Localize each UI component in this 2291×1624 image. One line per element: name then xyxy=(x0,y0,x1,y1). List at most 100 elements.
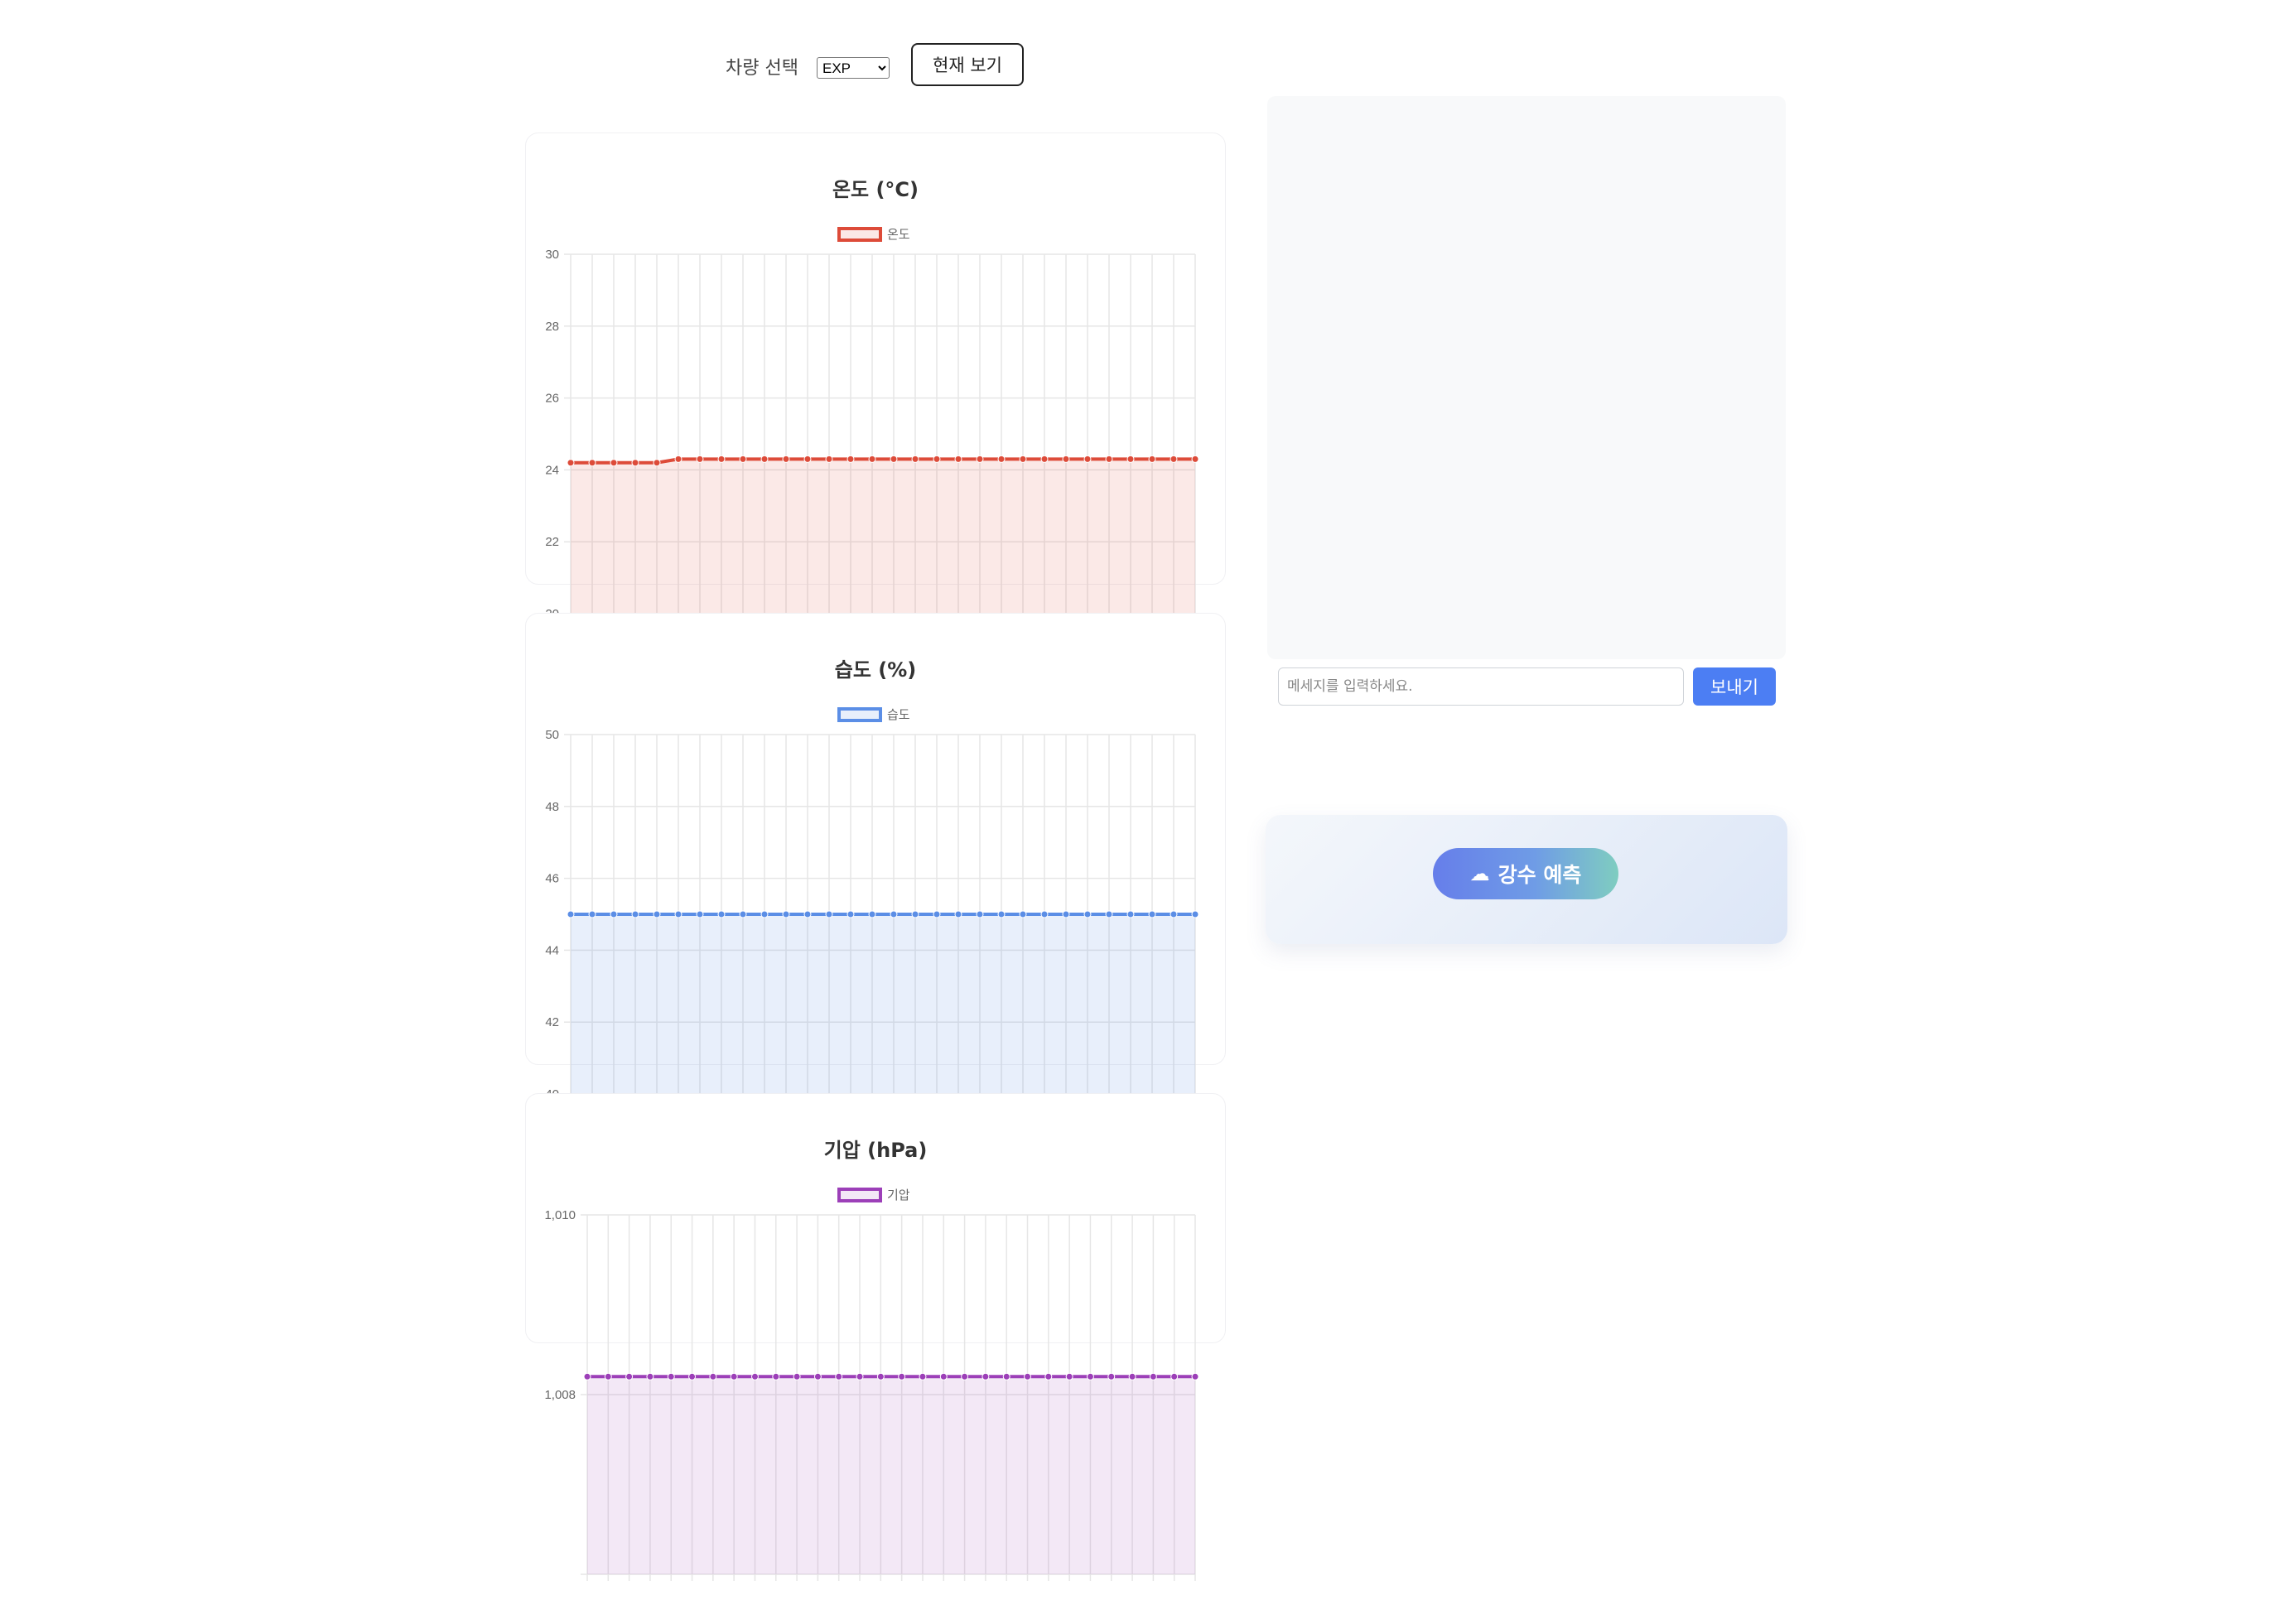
humidity-data-point xyxy=(868,910,876,918)
humidity-legend-swatch xyxy=(837,707,882,722)
temperature-data-point xyxy=(567,459,575,467)
humidity-data-point xyxy=(653,910,661,918)
temperature-data-point xyxy=(610,459,618,467)
rain-prediction-label: 강수 예측 xyxy=(1498,863,1582,887)
pressure-data-point xyxy=(939,1372,948,1381)
temperature-series-area xyxy=(571,459,1195,614)
humidity-y-tick-label: 46 xyxy=(545,872,559,886)
pressure-legend-swatch xyxy=(837,1188,882,1202)
temperature-legend: 온도 xyxy=(837,227,910,242)
humidity-series-area xyxy=(571,914,1195,1094)
temperature-data-point xyxy=(739,455,747,463)
pressure-data-point xyxy=(1024,1372,1032,1381)
temperature-data-point xyxy=(1126,455,1135,463)
pressure-data-point xyxy=(1149,1372,1157,1381)
humidity-y-tick-label: 50 xyxy=(545,728,559,742)
humidity-data-point xyxy=(1062,910,1070,918)
humidity-data-point xyxy=(631,910,639,918)
humidity-chart-title: 습도 (%) xyxy=(835,658,917,682)
temperature-data-point xyxy=(674,455,682,463)
humidity-data-point xyxy=(803,910,812,918)
temperature-legend-swatch xyxy=(837,227,882,242)
pressure-data-point xyxy=(813,1372,822,1381)
pressure-data-point xyxy=(730,1372,738,1381)
temperature-data-point xyxy=(997,455,1006,463)
pressure-data-point xyxy=(793,1372,801,1381)
humidity-data-point xyxy=(890,910,898,918)
humidity-y-tick-label: 42 xyxy=(545,1015,559,1029)
pressure-data-point xyxy=(625,1372,634,1381)
humidity-data-point xyxy=(739,910,747,918)
temperature-legend-label: 온도 xyxy=(887,227,910,242)
pressure-data-point xyxy=(1128,1372,1136,1381)
pressure-data-point xyxy=(1191,1372,1199,1381)
humidity-data-point xyxy=(976,910,984,918)
humidity-data-point xyxy=(997,910,1006,918)
humidity-data-point xyxy=(1148,910,1156,918)
temperature-y-tick-label: 22 xyxy=(545,535,559,549)
pressure-y-tick-label: 1,008 xyxy=(544,1388,576,1402)
humidity-y-tick-label: 44 xyxy=(545,943,559,957)
humidity-data-point xyxy=(567,910,575,918)
temperature-data-point xyxy=(782,455,790,463)
temperature-data-point xyxy=(911,455,919,463)
temperature-chart-svg: 온도 (°C)온도302826242220 xyxy=(545,178,1199,621)
rain-cloud-icon: ☁ xyxy=(1469,862,1490,885)
pressure-data-point xyxy=(898,1372,906,1381)
humidity-data-point xyxy=(1191,910,1199,918)
send-button[interactable]: 보내기 xyxy=(1693,667,1776,706)
humidity-data-point xyxy=(825,910,833,918)
temperature-data-point xyxy=(1170,455,1178,463)
pressure-data-point xyxy=(856,1372,864,1381)
humidity-data-point xyxy=(588,910,596,918)
vehicle-select[interactable]: EXP xyxy=(817,57,890,79)
humidity-data-point xyxy=(674,910,682,918)
pressure-data-point xyxy=(709,1372,717,1381)
humidity-data-point xyxy=(1083,910,1092,918)
pressure-legend-label: 기압 xyxy=(887,1188,910,1202)
prediction-card: ☁ 강수 예측 xyxy=(1266,815,1787,944)
temperature-data-point xyxy=(653,459,661,467)
pressure-data-point xyxy=(667,1372,675,1381)
pressure-y-tick-label: 1,010 xyxy=(544,1208,576,1222)
temperature-data-point xyxy=(696,455,704,463)
pressure-data-point xyxy=(604,1372,612,1381)
temperature-data-point xyxy=(933,455,941,463)
temperature-y-tick-label: 28 xyxy=(545,320,559,334)
temperature-data-point xyxy=(976,455,984,463)
pressure-chart-card: 기압 (hPa) 기압 1,010 1,008 xyxy=(525,1093,1226,1581)
humidity-data-point xyxy=(1040,910,1049,918)
humidity-chart-card: 습도 (%)습도504846444240 xyxy=(525,613,1226,1101)
temperature-data-point xyxy=(1148,455,1156,463)
temperature-data-point xyxy=(1040,455,1049,463)
temperature-y-tick-label: 30 xyxy=(545,248,559,262)
temperature-data-point xyxy=(846,455,855,463)
humidity-data-point xyxy=(911,910,919,918)
pressure-data-point xyxy=(1107,1372,1116,1381)
pressure-data-point xyxy=(772,1372,780,1381)
temperature-data-point xyxy=(1191,455,1199,463)
pressure-data-point xyxy=(1170,1372,1179,1381)
pressure-data-point xyxy=(646,1372,654,1381)
temperature-data-point xyxy=(760,455,769,463)
temperature-data-point xyxy=(588,459,596,467)
pressure-chart-svg: 기압 (hPa) 기압 1,010 1,008 xyxy=(544,1139,1199,1581)
temperature-data-point xyxy=(825,455,833,463)
humidity-data-point xyxy=(954,910,962,918)
pressure-chart-title: 기압 (hPa) xyxy=(824,1139,928,1162)
pressure-data-point xyxy=(1065,1372,1073,1381)
temperature-data-point xyxy=(1019,455,1027,463)
humidity-data-point xyxy=(717,910,726,918)
chat-message-input[interactable] xyxy=(1278,667,1684,706)
temperature-data-point xyxy=(631,459,639,467)
current-view-button[interactable]: 현재 보기 xyxy=(911,43,1024,86)
temperature-chart-card: 온도 (°C)온도302826242220 xyxy=(525,133,1226,621)
humidity-data-point xyxy=(696,910,704,918)
rain-prediction-button[interactable]: ☁ 강수 예측 xyxy=(1433,848,1618,899)
humidity-data-point xyxy=(1105,910,1113,918)
temperature-data-point xyxy=(954,455,962,463)
pressure-data-point xyxy=(1002,1372,1010,1381)
humidity-legend: 습도 xyxy=(837,707,910,722)
pressure-data-point xyxy=(961,1372,969,1381)
humidity-data-point xyxy=(1019,910,1027,918)
